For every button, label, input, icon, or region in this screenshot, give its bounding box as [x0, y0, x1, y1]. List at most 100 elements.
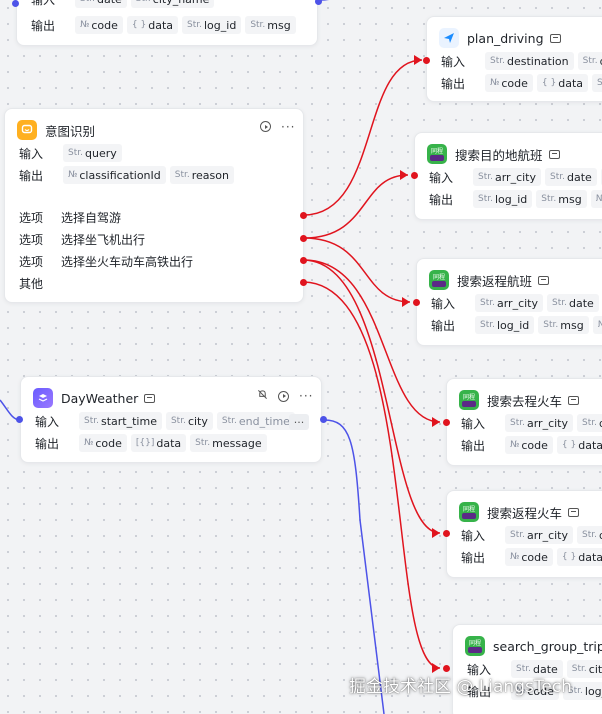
output-label: 输出: [461, 550, 486, 565]
arrow-train-back: [432, 528, 440, 538]
param-tag: Str.log_id: [182, 16, 242, 34]
arrow-flight-out: [400, 170, 408, 180]
plan-node-header: plan_driving: [439, 27, 561, 49]
node-title: 搜索返程航班: [457, 273, 533, 289]
weather-icon: [33, 388, 53, 408]
top-node-output-row: 输出 № code { } data Str. log_id Str. msg: [31, 15, 300, 35]
weather-out-port[interactable]: [320, 416, 327, 423]
bell-off-icon[interactable]: [257, 389, 268, 403]
flight-out-input-row: 输入 Str.arr_city Str.date Str.c: [429, 167, 602, 187]
intent-node[interactable]: 意图识别 ··· 输入 Str. query 输出 № classification…: [4, 108, 304, 303]
param-tag: Str.log_id: [475, 316, 535, 334]
train-out-header: 同程 搜索去程火车: [459, 389, 580, 411]
output-label: 输出: [19, 168, 44, 183]
param-tag: Str.log_id: [473, 190, 533, 208]
tongcheng-logo-icon: 同程: [429, 270, 449, 290]
intent-option-other: 其他: [19, 273, 61, 293]
param-tag: Str.city_n: [566, 660, 602, 678]
top-node-input-row: 输入 Str.date Str.city_name: [31, 0, 218, 9]
edge-opt2-flight-out: [303, 174, 409, 239]
train-back-node[interactable]: 同程 搜索返程火车 输入 Str.arr_city Str.date 输出 №c…: [446, 490, 602, 578]
play-icon[interactable]: [260, 121, 271, 132]
watermark: 掘金技术社区 @ LiangsTech: [349, 677, 572, 697]
intent-other-port[interactable]: [300, 279, 307, 286]
param-tag: № classificationId: [63, 166, 166, 184]
param-tag: № code: [505, 436, 553, 454]
train-back-in-port[interactable]: [443, 530, 450, 537]
tongcheng-logo-icon: 同程: [465, 636, 485, 656]
option-label: 选项: [19, 210, 44, 225]
option-text: 选择自驾游: [61, 210, 122, 225]
flight-out-header: 同程 搜索目的地航班: [427, 143, 560, 165]
train-back-header: 同程 搜索返程火车: [459, 501, 580, 523]
param-tag: { } data: [556, 548, 602, 566]
plan-input-row: 输入 Str.destination Str.disal: [441, 51, 602, 71]
intent-icon: [17, 120, 37, 140]
group-trip-node[interactable]: 同程 search_group_trip 输入 Str. date Str. cit…: [452, 624, 602, 714]
flight-out-node[interactable]: 同程 搜索目的地航班 输入 Str.arr_city Str.date Str.…: [414, 132, 602, 220]
weather-node[interactable]: DayWeather ··· 输入 Str. start_time Str. cit…: [20, 376, 322, 463]
intent-option-1-port[interactable]: [300, 212, 307, 219]
weather-node-actions: ···: [257, 389, 313, 403]
plan-in-port[interactable]: [423, 57, 430, 64]
more-params-button[interactable]: ···: [289, 414, 309, 430]
more-icon[interactable]: ···: [281, 121, 295, 133]
output-label: 输出: [429, 192, 454, 207]
navigation-icon: [439, 28, 459, 48]
param-tag: Str. destination: [485, 52, 574, 70]
intent-node-actions: ···: [260, 121, 295, 133]
output-label: 输出: [461, 438, 486, 453]
plan-output-row: 输出 №code { }data Str.lo: [441, 73, 602, 93]
option-label: 选项: [19, 254, 44, 269]
node-title: DayWeather: [61, 390, 139, 406]
option-text: 选择坐飞机出行: [61, 232, 146, 247]
node-title: 搜索去程火车: [487, 393, 563, 409]
intent-option-2-port[interactable]: [300, 235, 307, 242]
node-title: 搜索返程火车: [487, 505, 563, 521]
node-title: 意图识别: [45, 123, 96, 139]
play-icon[interactable]: [278, 390, 289, 402]
batch-icon: [568, 507, 580, 517]
input-label: 输入: [19, 146, 44, 161]
plan-node[interactable]: plan_driving 输入 Str.destination Str.disa…: [426, 16, 602, 102]
param-tag: № code: [485, 74, 533, 92]
param-tag: { } data: [126, 16, 179, 34]
edge-opt2-flight-back: [303, 237, 411, 303]
intent-node-header: 意图识别: [17, 119, 95, 141]
flight-back-in-port[interactable]: [413, 299, 420, 306]
param-tag: Str. end_time: [216, 412, 295, 430]
flight-back-node[interactable]: 同程 搜索返程航班 输入 Str.arr_city Str.date Str.c…: [416, 258, 602, 346]
edge-opt1-plan: [303, 59, 423, 216]
flight-back-output-row: 输出 Str.log_id Str.msg №co: [431, 315, 602, 335]
param-tag: Str. msg: [538, 316, 589, 334]
group-trip-in-port[interactable]: [443, 665, 450, 672]
weather-in-port[interactable]: [16, 416, 23, 423]
top-node[interactable]: 输入 Str.date Str.city_name 输出 №code { }da…: [16, 0, 318, 46]
intent-output-row: 输出 № classificationId Str. reason: [19, 165, 238, 185]
param-tag: Str. arr_city: [475, 294, 544, 312]
param-tag: Str.date: [547, 294, 599, 312]
param-tag: Str.lo: [592, 74, 602, 92]
param-tag: [{}] data: [130, 434, 187, 452]
train-out-in-port[interactable]: [443, 419, 450, 426]
param-tag: Str. query: [63, 144, 122, 162]
batch-icon: [538, 275, 550, 285]
option-text: 选择坐火车动车高铁出行: [61, 254, 194, 269]
param-tag: Str. msg: [536, 190, 587, 208]
param-tag: { } data: [556, 436, 602, 454]
train-out-node[interactable]: 同程 搜索去程火车 输入 Str.arr_city Str.dep 输出 №co…: [446, 378, 602, 466]
input-label: 输入: [35, 414, 60, 429]
param-tag: Str.dep: [577, 414, 602, 432]
more-icon[interactable]: ···: [299, 390, 313, 402]
top-node-right-port[interactable]: [315, 0, 322, 5]
top-node-left-port[interactable]: [12, 0, 19, 7]
flight-out-in-port[interactable]: [411, 172, 418, 179]
param-tag: Str. reason: [169, 166, 234, 184]
arrow-plan: [414, 55, 422, 65]
option-label: 其他: [19, 276, 44, 291]
param-tag: Str.city_name: [130, 0, 215, 8]
arrow-train-out: [432, 417, 440, 427]
intent-option-3-port[interactable]: [300, 257, 307, 264]
param-tag: Str.date: [75, 0, 127, 8]
weather-node-header: DayWeather: [33, 387, 156, 409]
